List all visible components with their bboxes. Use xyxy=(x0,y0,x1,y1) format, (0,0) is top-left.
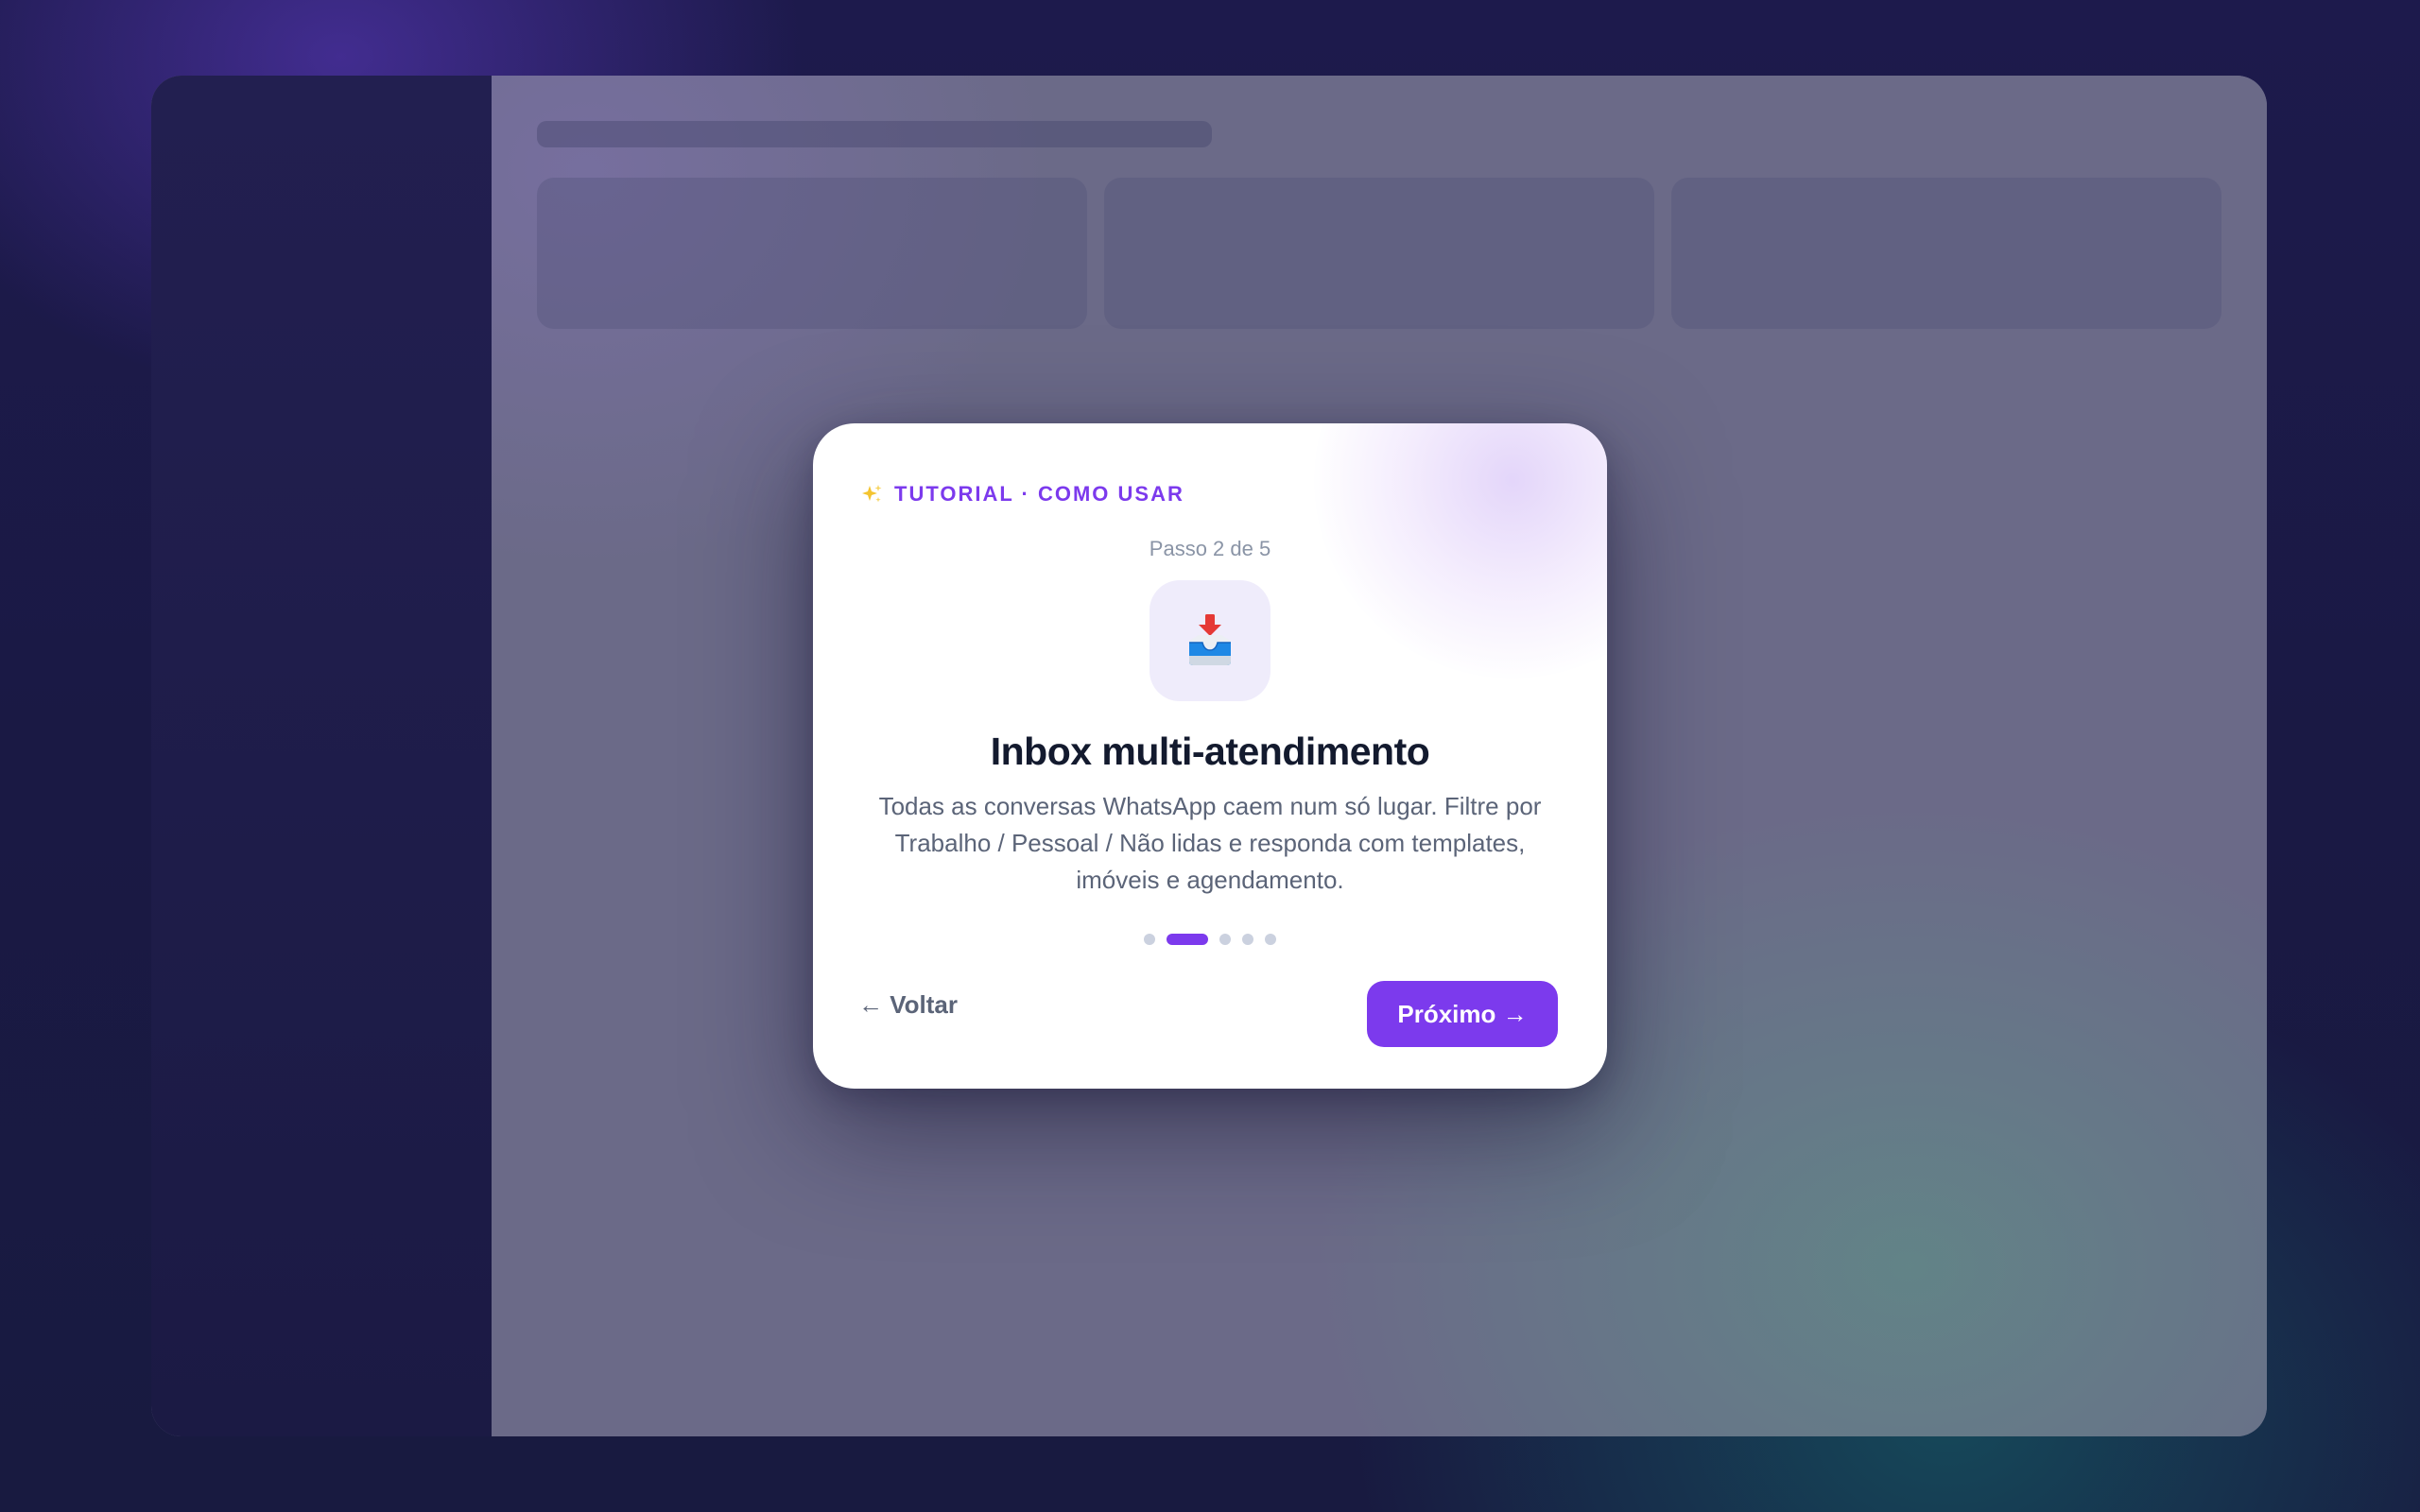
skeleton-card xyxy=(1104,178,1654,329)
tutorial-eyebrow-label: TUTORIAL · COMO USAR xyxy=(894,482,1184,506)
tutorial-eyebrow: TUTORIAL · COMO USAR xyxy=(860,482,1184,507)
progress-dot[interactable] xyxy=(1144,934,1155,945)
step-title: Inbox multi-atendimento xyxy=(990,730,1430,773)
progress-dot[interactable] xyxy=(1265,934,1276,945)
progress-dot[interactable] xyxy=(1242,934,1253,945)
inbox-tray-icon xyxy=(1189,614,1231,665)
skeleton-card xyxy=(1671,178,2221,329)
step-progress-dots xyxy=(813,934,1607,945)
skeleton-card xyxy=(537,178,1087,329)
step-icon-tile xyxy=(1150,580,1270,701)
sparkles-icon xyxy=(860,483,883,506)
progress-dot[interactable] xyxy=(1219,934,1231,945)
tutorial-modal: TUTORIAL · COMO USAR Passo 2 de 5 Inbox … xyxy=(813,423,1607,1089)
next-button[interactable]: Próximo → xyxy=(1367,981,1558,1047)
sidebar xyxy=(151,76,492,1436)
progress-dot-active[interactable] xyxy=(1167,934,1208,945)
step-counter: Passo 2 de 5 xyxy=(1149,537,1271,560)
skeleton-header-bar xyxy=(537,121,1212,147)
step-description: Todas as conversas WhatsApp caem num só … xyxy=(878,792,1542,894)
back-button[interactable]: ← Voltar xyxy=(858,971,958,1038)
